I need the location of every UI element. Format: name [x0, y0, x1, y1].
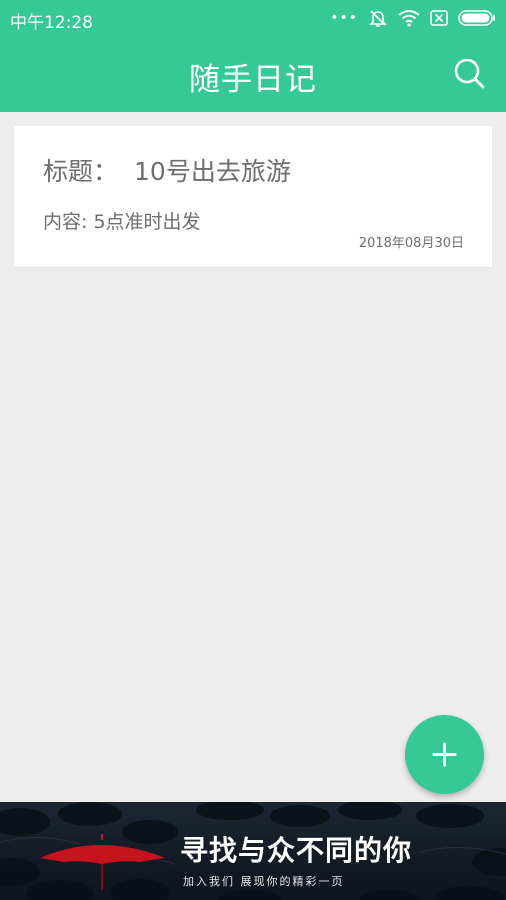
diary-entry-card[interactable]: 标题： 10号出去旅游 内容: 5点准时出发 2018年08月30日: [14, 126, 492, 267]
status-time: 中午12:28: [10, 13, 93, 33]
app-bar: 随手日记: [0, 36, 506, 112]
more-dots-icon: •••: [330, 10, 358, 26]
entry-date: 2018年08月30日: [358, 236, 464, 251]
search-icon[interactable]: [452, 56, 486, 90]
status-bar: 中午12:28 •••: [0, 0, 506, 36]
ad-banner[interactable]: 寻找与众不同的你 加入我们 展现你的精彩一页: [0, 802, 506, 900]
wifi-icon: [398, 10, 420, 27]
ad-tagline: 加入我们 展现你的精彩一页: [183, 875, 345, 888]
entry-title-row: 标题： 10号出去旅游: [43, 152, 291, 188]
plus-icon: [432, 742, 457, 767]
entry-content: 5点准时出发: [93, 211, 201, 233]
sim-x-icon: [430, 10, 448, 26]
entry-content-row: 内容: 5点准时出发: [43, 207, 201, 234]
entry-title-label: 标题：: [43, 157, 119, 186]
entry-title: 10号出去旅游: [134, 157, 291, 186]
alarm-off-icon: [369, 10, 387, 27]
ad-headline: 寻找与众不同的你: [180, 834, 413, 867]
add-entry-button[interactable]: [405, 715, 484, 794]
battery-icon: [458, 10, 495, 26]
page-title: 随手日记: [189, 62, 317, 98]
status-icons: •••: [330, 8, 496, 28]
entry-content-label: 内容:: [43, 211, 88, 233]
